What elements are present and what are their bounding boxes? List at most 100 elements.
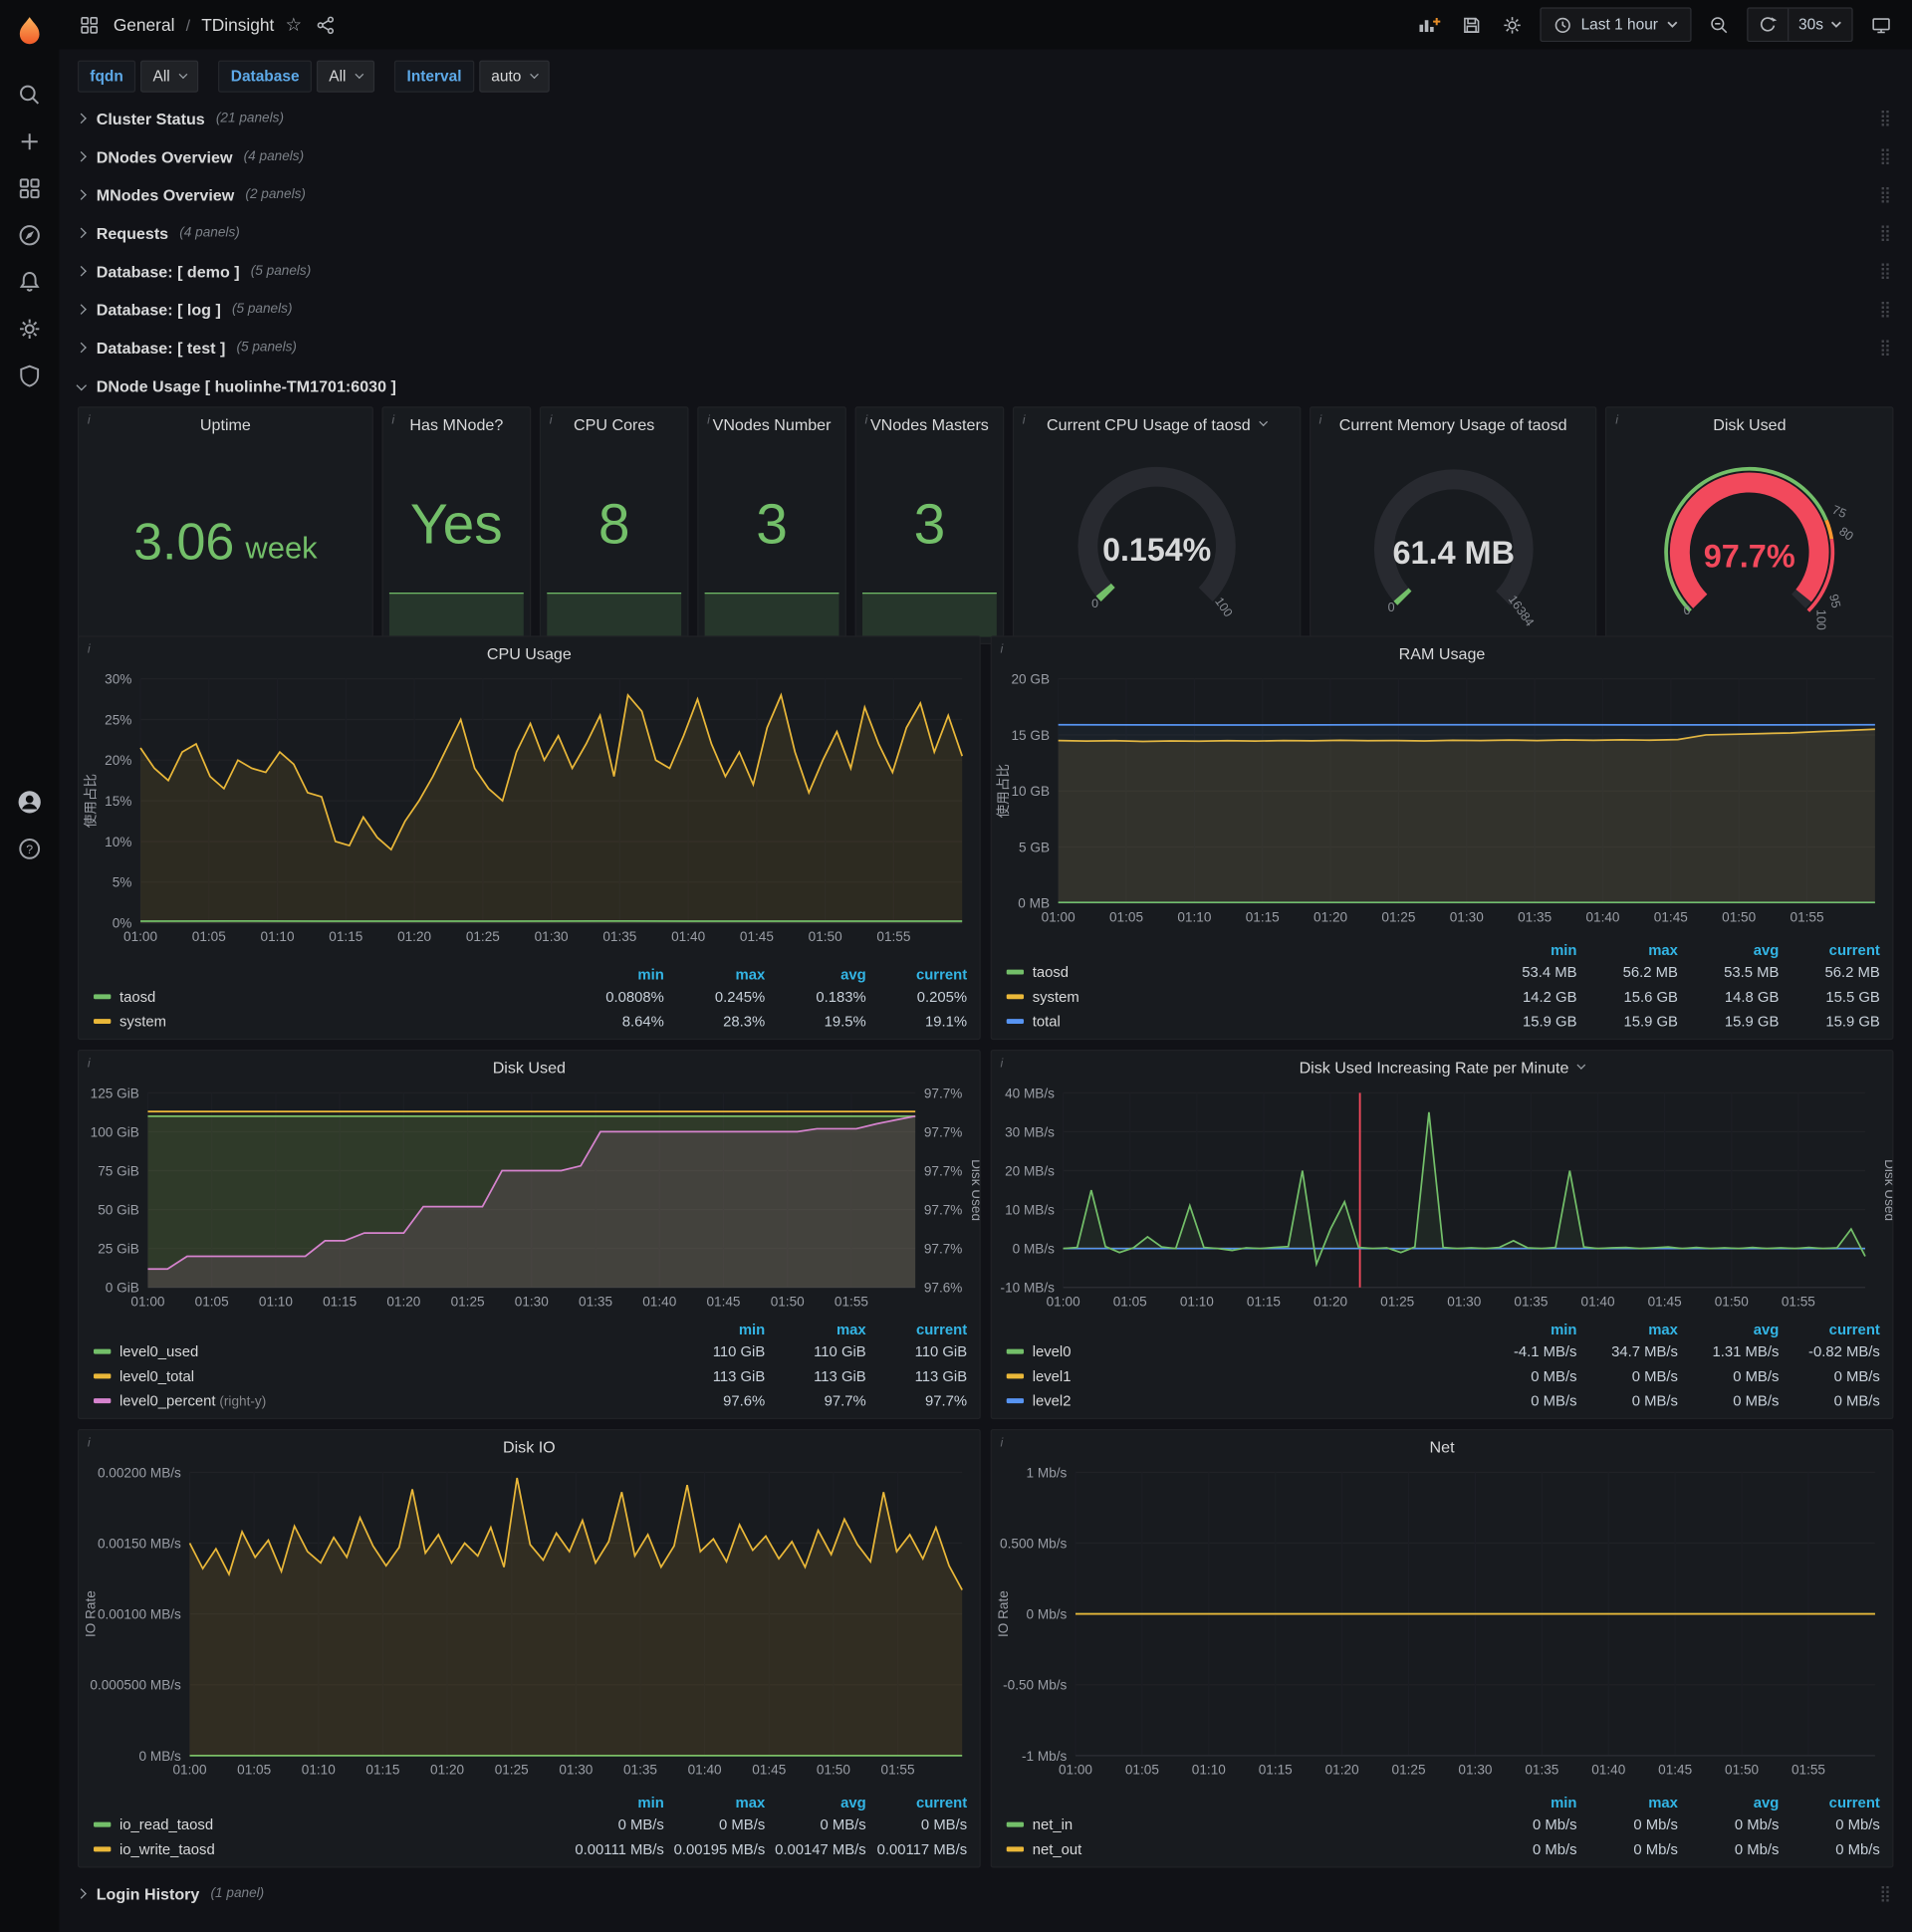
server-admin-shield-icon[interactable] [16,362,43,389]
svg-text:0.00200 MB/s: 0.00200 MB/s [98,1465,181,1480]
panel-info-icon[interactable]: i [88,1436,91,1450]
svg-text:5 GB: 5 GB [1019,840,1050,854]
dashboard-row-dnode-usage[interactable]: DNode Usage [ huolinhe-TM1701:6030 ] [76,369,1894,401]
row-drag-handle[interactable]: ⣿ [1879,146,1891,166]
dashboard-row-login-history[interactable]: Login History (1 panel) ⣿ [76,1877,1894,1909]
dashboard-row-cluster-status[interactable]: Cluster Status (21 panels) ⣿ [76,103,1894,134]
dashboard-row-mnodes-overview[interactable]: MNodes Overview (2 panels) ⣿ [76,178,1894,210]
net-plot[interactable]: -1 Mb/s -0.50 Mb/s 0 Mb/s 0.500 Mb/s 1 Mb/s 0… [992,1462,1892,1780]
chevron-right-icon [76,150,88,162]
disk-rate-plot[interactable]: -10 MB/s 0 MB/s 10 MB/s 20 MB/s 30 MB/s 40 MB… [992,1083,1897,1312]
zoom-out-button[interactable] [1706,12,1732,38]
user-avatar[interactable] [16,789,43,816]
add-panel-button[interactable] [1415,11,1445,38]
panel-current-cpu-gauge: i Current CPU Usage of taosd 0 100 0.154% [1012,406,1301,645]
share-icon[interactable] [313,12,339,38]
row-drag-handle[interactable]: ⣿ [1879,300,1891,320]
cpu-usage-gauge[interactable]: 0 100 0.154% [1014,440,1300,643]
dashboard-row-database-test[interactable]: Database: [ test ] (5 panels) ⣿ [76,332,1894,363]
cpu-cores-value: 8 [598,490,630,556]
variable-fqdn[interactable]: fqdn All [77,60,199,93]
panel-info-icon[interactable]: i [88,643,91,657]
chevron-down-icon [354,70,364,81]
row-drag-handle[interactable]: ⣿ [1879,109,1891,128]
variable-value-dropdown[interactable]: auto [478,60,551,93]
panel-info-icon[interactable]: i [707,414,710,428]
variable-database[interactable]: Database All [218,60,375,93]
create-icon[interactable] [16,128,43,155]
row-panel-count: (5 panels) [231,302,293,317]
svg-text:01:30: 01:30 [1447,1294,1481,1309]
refresh-interval-picker[interactable]: 30s [1789,9,1851,41]
panel-info-icon[interactable]: i [550,414,553,428]
memory-usage-gauge[interactable]: 0 16384 61.4 MB [1311,440,1596,643]
disk-used-plot[interactable]: 0 GiB 97.6% 25 GiB 97.7% 50 GiB 97.7% 75 GiB 97… [79,1083,984,1312]
svg-text:10 GB: 10 GB [1011,784,1050,799]
panel-title: Disk Used Increasing Rate per Minute [1299,1058,1569,1077]
row-title: Database: [ log ] [96,300,221,319]
variable-value-dropdown[interactable]: All [316,60,375,93]
navbar-controls: Last 1 hour 30s [1415,7,1895,43]
help-icon[interactable]: ? [16,836,43,862]
save-dashboard-button[interactable] [1459,12,1485,38]
breadcrumb-dashboard[interactable]: TDinsight [201,15,274,35]
breadcrumb-folder[interactable]: General [114,15,175,35]
disk-used-legend[interactable]: min max current level0_used 110 GiB 110 GiB 11… [79,1320,979,1418]
dashboards-icon[interactable] [16,175,43,202]
row-drag-handle[interactable]: ⣿ [1879,185,1891,205]
refresh-interval-label: 30s [1797,16,1823,34]
dashboard-row-database-log[interactable]: Database: [ log ] (5 panels) ⣿ [76,293,1894,325]
panel-info-icon[interactable]: i [391,414,394,428]
svg-text:0.154%: 0.154% [1102,532,1211,568]
panel-info-icon[interactable]: i [88,414,91,428]
panel-title: VNodes Masters [869,414,989,433]
panel-info-icon[interactable]: i [1001,643,1004,657]
panel-info-icon[interactable]: i [1001,1436,1004,1450]
disk-io-plot[interactable]: 0 MB/s 0.000500 MB/s 0.00100 MB/s 0.00150 M… [79,1462,979,1780]
disk-rate-legend[interactable]: min max avg current level0 -4.1 MB/s 34.7 MB/s… [992,1320,1892,1418]
ram-usage-legend[interactable]: min max avg current taosd 53.4 MB 56.2 MB 53.5 … [992,940,1892,1039]
svg-text:16384: 16384 [1505,593,1536,628]
dashboard-row-database-demo[interactable]: Database: [ demo ] (5 panels) ⣿ [76,255,1894,287]
chevron-down-icon [178,70,188,81]
variable-label: fqdn [77,60,136,93]
configuration-gear-icon[interactable] [16,316,43,343]
panel-info-icon[interactable]: i [1319,414,1322,428]
row-drag-handle[interactable]: ⣿ [1879,223,1891,243]
svg-text:01:55: 01:55 [1792,1762,1825,1777]
panel-info-icon[interactable]: i [88,1057,91,1071]
dashboard-row-requests[interactable]: Requests (4 panels) ⣿ [76,217,1894,249]
dashboard: Cluster Status (21 panels) ⣿ DNodes Overvi… [59,98,1912,1932]
time-range-picker[interactable]: Last 1 hour [1540,7,1692,43]
refresh-button[interactable] [1748,8,1790,41]
svg-text:75: 75 [1830,503,1848,521]
explore-icon[interactable] [16,222,43,249]
row-drag-handle[interactable]: ⣿ [1879,1884,1891,1904]
svg-text:01:30: 01:30 [559,1762,593,1777]
cpu-usage-plot[interactable]: 0% 5% 10% 15% 20% 25% 30% 01:00 01:05 01:10 01:15 0… [79,669,979,948]
panel-info-icon[interactable]: i [1615,414,1618,428]
variable-interval[interactable]: Interval auto [394,60,551,93]
dashboard-row-dnodes-overview[interactable]: DNodes Overview (4 panels) ⣿ [76,140,1894,172]
panel-info-icon[interactable]: i [1023,414,1026,428]
variable-value-dropdown[interactable]: All [140,60,199,93]
star-icon[interactable]: ☆ [285,14,302,36]
panel-info-icon[interactable]: i [1001,1057,1004,1071]
row-drag-handle[interactable]: ⣿ [1879,261,1891,281]
svg-text:01:35: 01:35 [579,1294,612,1309]
search-icon[interactable] [16,82,43,109]
alerting-icon[interactable] [16,269,43,296]
kiosk-mode-button[interactable] [1867,12,1894,38]
panel-info-icon[interactable]: i [864,414,867,428]
cpu-usage-legend[interactable]: min max avg current taosd 0.0808% 0.245% 0.183%… [79,965,979,1039]
svg-text:01:35: 01:35 [1518,909,1552,924]
svg-text:1 Mb/s: 1 Mb/s [1027,1465,1068,1480]
disk-used-gauge[interactable]: 75 80 95 100 0 97.7% [1607,440,1893,643]
net-legend[interactable]: min max avg current net_in 0 Mb/s 0 Mb/s 0 Mb/s… [992,1793,1892,1866]
grafana-logo[interactable] [0,0,59,64]
row-drag-handle[interactable]: ⣿ [1879,338,1891,358]
dashboard-settings-button[interactable] [1500,12,1526,38]
disk-io-legend[interactable]: min max avg current io_read_taosd 0 MB/s 0 MB/… [79,1793,979,1866]
svg-text:01:25: 01:25 [451,1294,485,1309]
ram-usage-plot[interactable]: 0 MB 5 GB 10 GB 15 GB 20 GB 01:00 01:05 01:10 01… [992,669,1892,928]
